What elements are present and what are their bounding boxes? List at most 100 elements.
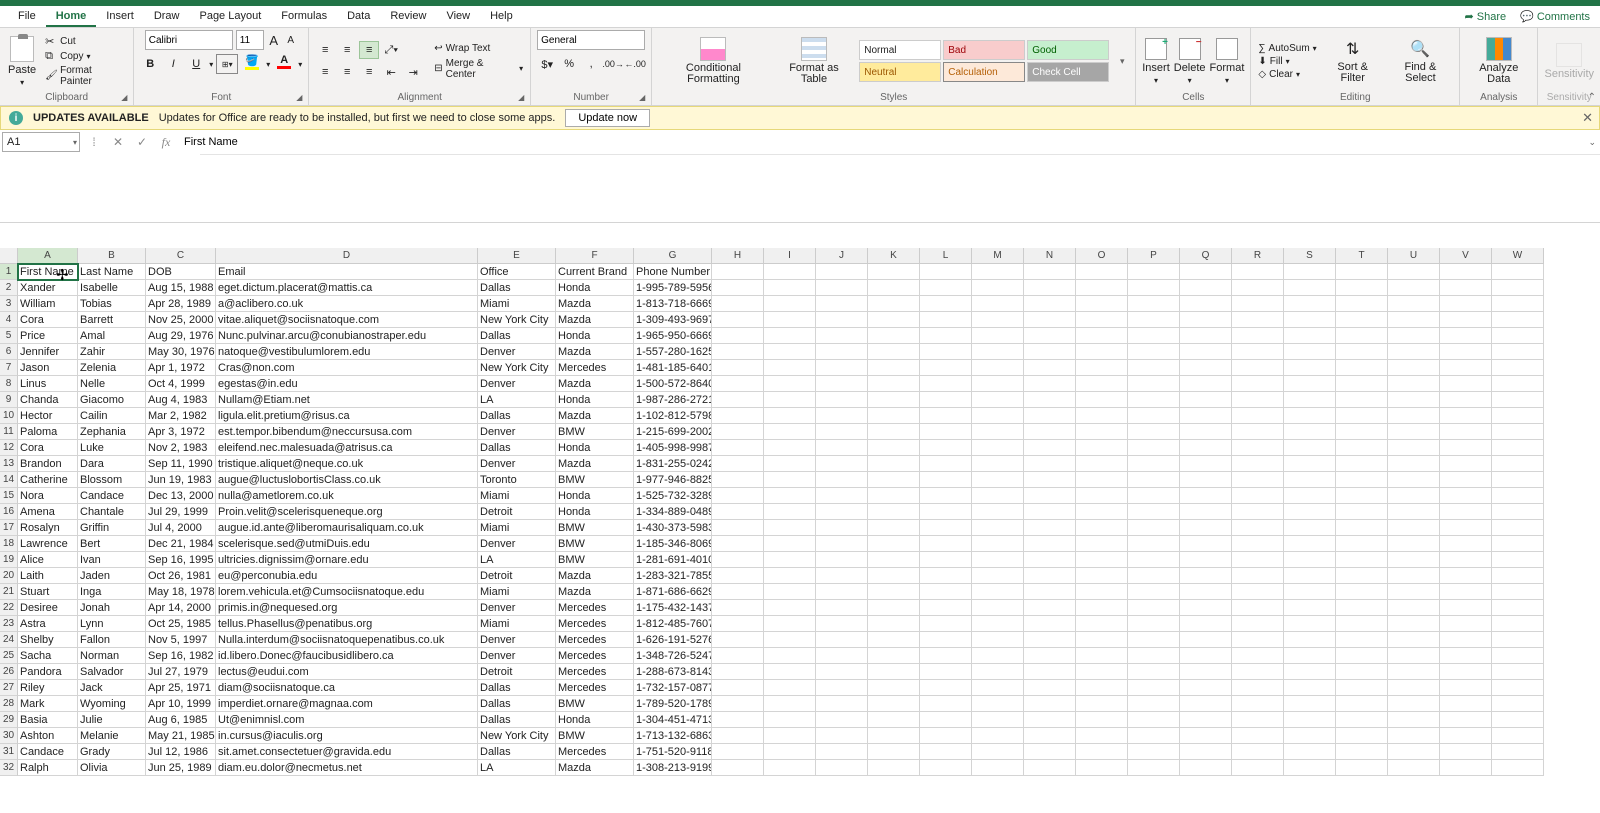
- cell[interactable]: Denver: [478, 632, 556, 648]
- cell[interactable]: [1388, 488, 1440, 504]
- cell[interactable]: [1388, 712, 1440, 728]
- cell[interactable]: [920, 456, 972, 472]
- cell[interactable]: [1388, 360, 1440, 376]
- cell[interactable]: Mazda: [556, 408, 634, 424]
- cell[interactable]: BMW: [556, 536, 634, 552]
- cell[interactable]: Shelby: [18, 632, 78, 648]
- cell[interactable]: [920, 648, 972, 664]
- cell[interactable]: Stuart: [18, 584, 78, 600]
- cell[interactable]: [1128, 632, 1180, 648]
- cell[interactable]: Norman: [78, 648, 146, 664]
- column-header[interactable]: K: [868, 248, 920, 264]
- cell[interactable]: Miami: [478, 616, 556, 632]
- cell[interactable]: [1440, 584, 1492, 600]
- cell[interactable]: [1336, 296, 1388, 312]
- cell[interactable]: [1336, 488, 1388, 504]
- cell[interactable]: [1128, 312, 1180, 328]
- cell[interactable]: [1492, 664, 1544, 680]
- cell[interactable]: [1024, 456, 1076, 472]
- cell-style-calculation[interactable]: Calculation: [943, 62, 1025, 82]
- cell[interactable]: Nulla.interdum@sociisnatoquepenatibus.co…: [216, 632, 478, 648]
- cell[interactable]: [1076, 712, 1128, 728]
- cell[interactable]: [1232, 536, 1284, 552]
- cell[interactable]: BMW: [556, 696, 634, 712]
- cell[interactable]: [1232, 472, 1284, 488]
- cell[interactable]: [1128, 328, 1180, 344]
- cell[interactable]: Miami: [478, 296, 556, 312]
- menu-tab-help[interactable]: Help: [480, 7, 523, 27]
- column-header[interactable]: U: [1388, 248, 1440, 264]
- cell[interactable]: [764, 520, 816, 536]
- cell[interactable]: [920, 680, 972, 696]
- cell[interactable]: Mercedes: [556, 360, 634, 376]
- cell[interactable]: [920, 280, 972, 296]
- cell[interactable]: a@aclibero.co.uk: [216, 296, 478, 312]
- cell[interactable]: [1388, 616, 1440, 632]
- cell[interactable]: [1440, 264, 1492, 280]
- cell[interactable]: Mazda: [556, 376, 634, 392]
- cell[interactable]: [1440, 296, 1492, 312]
- cell[interactable]: [764, 600, 816, 616]
- cell[interactable]: Ut@enimnisl.com: [216, 712, 478, 728]
- cell[interactable]: [712, 344, 764, 360]
- format-button[interactable]: Format▾: [1210, 38, 1245, 85]
- cell[interactable]: 1-283-321-7855: [634, 568, 712, 584]
- cell[interactable]: [1388, 584, 1440, 600]
- name-box[interactable]: A1 ▾: [2, 132, 80, 152]
- cell[interactable]: lectus@eudui.com: [216, 664, 478, 680]
- cell[interactable]: [1232, 504, 1284, 520]
- cell[interactable]: [1440, 552, 1492, 568]
- cell[interactable]: Sep 11, 1990: [146, 456, 216, 472]
- cell[interactable]: [1024, 376, 1076, 392]
- cell[interactable]: [868, 440, 920, 456]
- cell[interactable]: [764, 712, 816, 728]
- cell[interactable]: [1336, 584, 1388, 600]
- row-header[interactable]: 7: [0, 360, 18, 376]
- cell[interactable]: [972, 376, 1024, 392]
- cell[interactable]: [1024, 472, 1076, 488]
- cell[interactable]: [764, 632, 816, 648]
- cell[interactable]: [764, 568, 816, 584]
- cell[interactable]: [920, 696, 972, 712]
- cell[interactable]: [1128, 504, 1180, 520]
- cell[interactable]: May 30, 1976: [146, 344, 216, 360]
- cell[interactable]: [712, 440, 764, 456]
- cell[interactable]: [1076, 312, 1128, 328]
- cell[interactable]: Nelle: [78, 376, 146, 392]
- wrap-text-button[interactable]: ↩Wrap Text: [433, 42, 524, 55]
- align-left-button[interactable]: ≡: [315, 63, 335, 81]
- cell[interactable]: [1440, 536, 1492, 552]
- cell[interactable]: [816, 728, 868, 744]
- cell[interactable]: [1492, 392, 1544, 408]
- cell[interactable]: Olivia: [78, 760, 146, 776]
- row-header[interactable]: 26: [0, 664, 18, 680]
- cell[interactable]: Miami: [478, 488, 556, 504]
- cell[interactable]: [920, 568, 972, 584]
- cell[interactable]: [1076, 472, 1128, 488]
- cell[interactable]: [868, 328, 920, 344]
- cell[interactable]: [1128, 408, 1180, 424]
- bold-button[interactable]: B: [140, 54, 160, 74]
- cell[interactable]: [920, 376, 972, 392]
- cell[interactable]: [1440, 648, 1492, 664]
- cell[interactable]: 1-102-812-5798: [634, 408, 712, 424]
- cell[interactable]: Apr 1, 1972: [146, 360, 216, 376]
- cell[interactable]: Paloma: [18, 424, 78, 440]
- cell[interactable]: Astra: [18, 616, 78, 632]
- cell[interactable]: [764, 408, 816, 424]
- cell[interactable]: [972, 408, 1024, 424]
- cell[interactable]: [1440, 280, 1492, 296]
- cell[interactable]: [1180, 504, 1232, 520]
- cell[interactable]: 1-871-686-6629: [634, 584, 712, 600]
- column-header[interactable]: E: [478, 248, 556, 264]
- row-header[interactable]: 12: [0, 440, 18, 456]
- cell[interactable]: [712, 296, 764, 312]
- cell[interactable]: [816, 344, 868, 360]
- cell[interactable]: Giacomo: [78, 392, 146, 408]
- cell[interactable]: 1-995-789-5956: [634, 280, 712, 296]
- cell[interactable]: Aug 15, 1988: [146, 280, 216, 296]
- cell[interactable]: [1232, 328, 1284, 344]
- cell[interactable]: scelerisque.sed@utmiDuis.edu: [216, 536, 478, 552]
- cell[interactable]: [1284, 408, 1336, 424]
- cell[interactable]: Honda: [556, 328, 634, 344]
